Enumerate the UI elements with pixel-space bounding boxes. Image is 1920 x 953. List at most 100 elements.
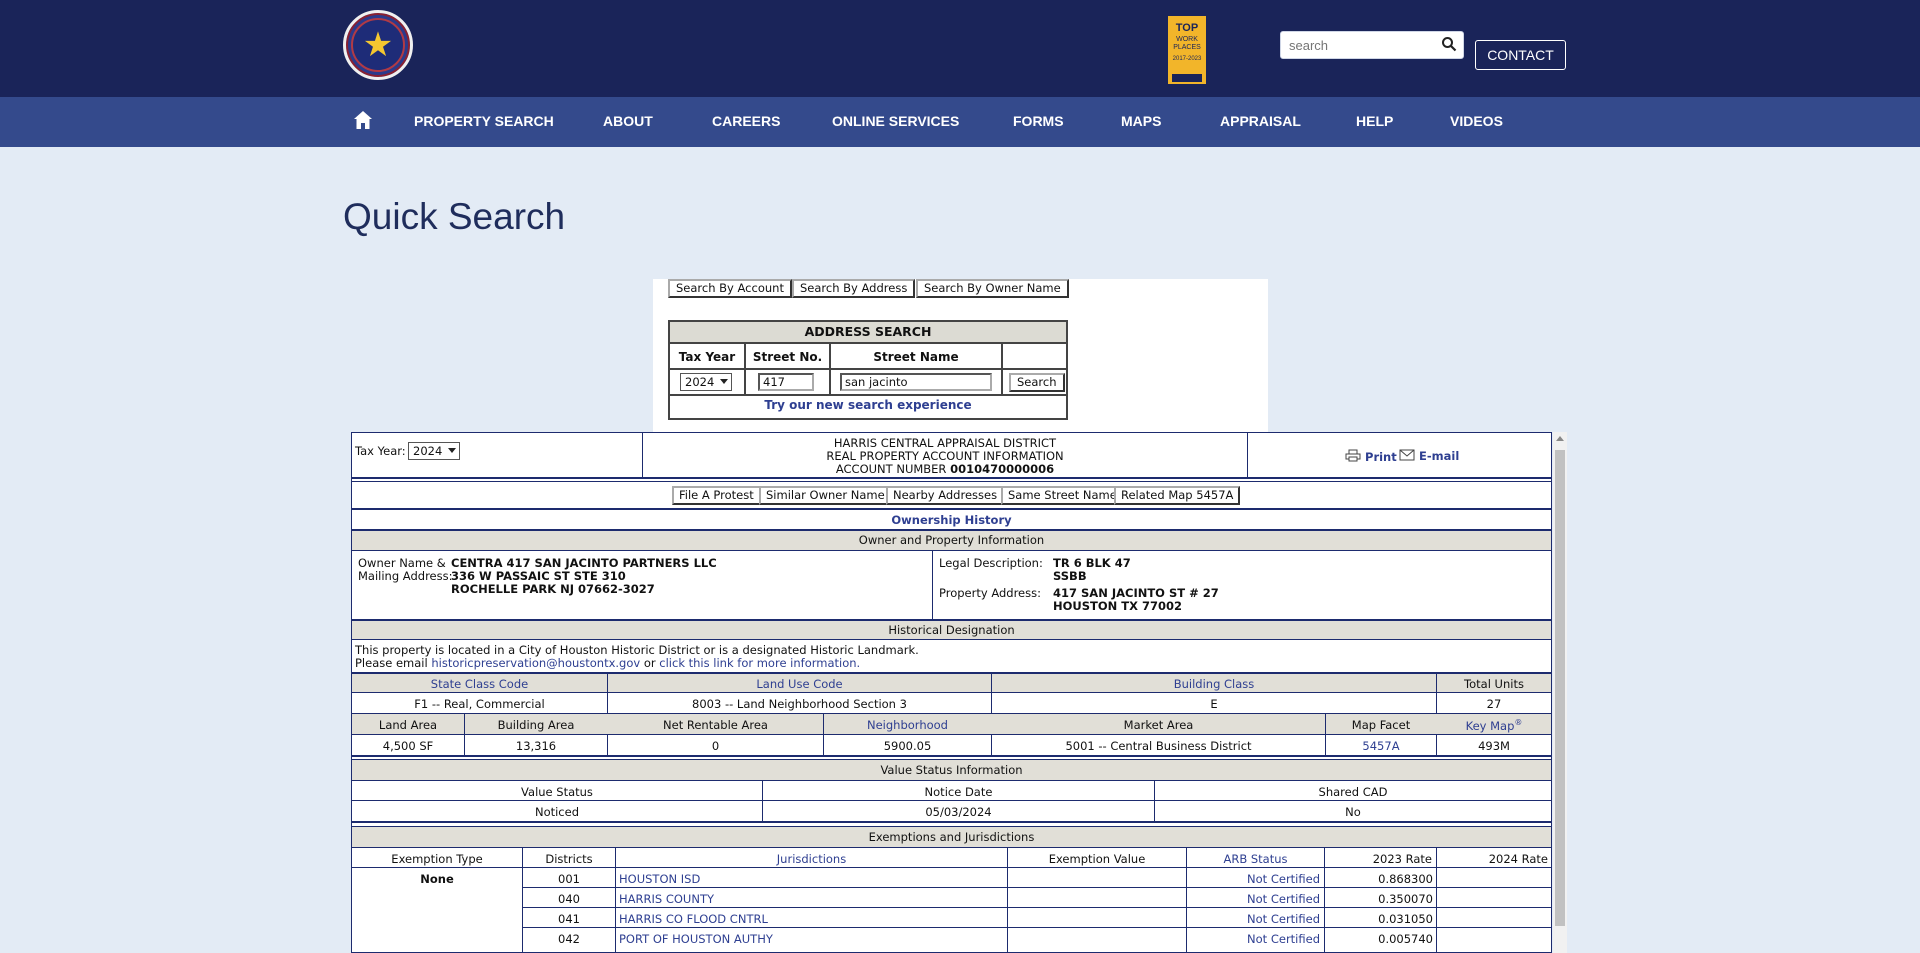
topwork-subtitle: WORK PLACES [1173, 36, 1201, 51]
nav-online-services[interactable]: ONLINE SERVICES [832, 113, 959, 129]
nav-about[interactable]: ABOUT [603, 113, 653, 129]
divider [352, 481, 1551, 482]
jurisdiction-link[interactable]: HOUSTON ISD [619, 872, 700, 886]
property-address-line2: HOUSTON TX 77002 [1053, 599, 1182, 613]
owner-address-line2: ROCHELLE PARK NJ 07662-3027 [451, 582, 655, 596]
state-class-value: F1 -- Real, Commercial [414, 697, 545, 711]
jurisdiction-link[interactable]: HARRIS COUNTY [619, 892, 714, 906]
search-by-account-button[interactable]: Search By Account [668, 279, 792, 298]
account-number-line: ACCOUNT NUMBER 0010470000006 [643, 462, 1247, 476]
district-code: 040 [558, 892, 580, 906]
file-protest-button[interactable]: File A Protest [672, 486, 761, 505]
total-units-value: 27 [1486, 697, 1502, 711]
shared-cad-header: Shared CAD [1318, 785, 1388, 799]
nav-appraisal[interactable]: APPRAISAL [1220, 113, 1301, 129]
legal-description-label: Legal Description: [939, 556, 1043, 570]
scroll-up-arrow[interactable] [1556, 436, 1564, 441]
exemptions-title: Exemptions and Jurisdictions [352, 827, 1551, 847]
email-label: E-mail [1419, 449, 1460, 463]
divider [352, 550, 1551, 551]
tax-year-select[interactable]: 2024 [680, 373, 732, 391]
account-details: Tax Year: 2024 HARRIS CENTRAL APPRAISAL … [351, 432, 1552, 953]
jurisdictions-header[interactable]: Jurisdictions [616, 852, 1007, 866]
scrollbar-thumb[interactable] [1555, 450, 1565, 926]
jurisdiction-link[interactable]: HARRIS CO FLOOD CNTRL [619, 912, 768, 926]
divider [352, 867, 1551, 868]
print-label: Print [1365, 450, 1397, 464]
similar-owner-button[interactable]: Similar Owner Name [759, 486, 892, 505]
account-number: 0010470000006 [950, 462, 1055, 476]
account-tax-year-select[interactable]: 2024 [408, 442, 460, 460]
home-icon[interactable] [352, 109, 374, 131]
divider [352, 821, 1551, 823]
ownership-history-link[interactable]: Ownership History [352, 513, 1551, 527]
districts-header: Districts [545, 852, 593, 866]
value-status-header: Value Status [521, 785, 593, 799]
contact-button[interactable]: CONTACT [1475, 40, 1566, 70]
total-units-header: Total Units [1464, 677, 1524, 691]
tax-year-select-value: 2024 [685, 375, 715, 389]
street-name-input[interactable]: san jacinto [840, 373, 992, 391]
hcad-logo[interactable]: ★ [343, 10, 413, 80]
nav-property-search[interactable]: PROPERTY SEARCH [414, 113, 554, 129]
neighborhood-header[interactable]: Neighborhood [824, 718, 991, 732]
star-icon: ★ [362, 25, 394, 65]
nearby-addresses-button[interactable]: Nearby Addresses [886, 486, 1005, 505]
arb-status-link[interactable]: Not Certified [1187, 932, 1320, 946]
divider [352, 692, 1551, 693]
divider [670, 394, 1066, 396]
state-class-header[interactable]: State Class Code [352, 677, 607, 691]
account-scrollbar[interactable] [1553, 432, 1567, 953]
map-facet-link[interactable]: 5457A [1326, 739, 1436, 753]
arb-status-link[interactable]: Not Certified [1187, 912, 1320, 926]
jurisdiction-link[interactable]: PORT OF HOUSTON AUTHY [619, 932, 773, 946]
nav-maps[interactable]: MAPS [1121, 113, 1161, 129]
neighborhood-value: 5900.05 [883, 739, 932, 753]
arb-status-link[interactable]: Not Certified [1187, 872, 1320, 886]
historical-email-prefix: Please email [355, 656, 428, 670]
owner-label: Owner Name & [358, 556, 446, 570]
site-search-box [1280, 31, 1464, 59]
related-map-button[interactable]: Related Map 5457A [1114, 486, 1241, 505]
topwork-title: TOP [1175, 22, 1199, 34]
exemption-value-header: Exemption Value [1048, 852, 1146, 866]
historical-info-link[interactable]: click this link for more information. [659, 656, 860, 670]
key-map-header[interactable]: Key Map® [1437, 718, 1551, 733]
property-address-label: Property Address: [939, 586, 1041, 600]
search-by-address-button[interactable]: Search By Address [792, 279, 916, 298]
street-no-input[interactable]: 417 [758, 373, 814, 391]
same-street-button[interactable]: Same Street Name [1001, 486, 1124, 505]
district-code: 042 [558, 932, 580, 946]
printer-icon [1345, 449, 1361, 462]
arb-status-header[interactable]: ARB Status [1187, 852, 1324, 866]
street-name-header: Street Name [873, 350, 959, 364]
search-icon[interactable] [1441, 36, 1457, 52]
email-link[interactable]: E-mail [1399, 449, 1459, 463]
historical-title: Historical Designation [352, 621, 1551, 639]
address-search-button[interactable]: Search [1009, 373, 1065, 392]
site-search-input[interactable] [1289, 36, 1439, 54]
new-search-experience-link[interactable]: Try our new search experience [670, 398, 1066, 412]
exemption-type-header: Exemption Type [391, 852, 483, 866]
divider [352, 847, 1551, 848]
search-by-owner-button[interactable]: Search By Owner Name [916, 279, 1069, 298]
address-search-table: ADDRESS SEARCH Tax Year Street No. Stree… [668, 320, 1068, 420]
divider [523, 927, 1551, 928]
chevron-down-icon [720, 379, 728, 384]
map-facet-header: Map Facet [1351, 718, 1411, 732]
nav-careers[interactable]: CAREERS [712, 113, 780, 129]
arb-status-link[interactable]: Not Certified [1187, 892, 1320, 906]
nav-forms[interactable]: FORMS [1013, 113, 1064, 129]
nav-videos[interactable]: VIDEOS [1450, 113, 1503, 129]
rate-2023-value: 0.005740 [1378, 932, 1433, 946]
building-class-header[interactable]: Building Class [992, 677, 1436, 691]
divider [1154, 780, 1155, 821]
key-map-label: Key Map [1465, 718, 1515, 733]
historical-email-link[interactable]: historicpreservation@houstontx.gov [431, 656, 640, 670]
topwork-years: 2017-2023 [1172, 56, 1202, 62]
land-use-header[interactable]: Land Use Code [608, 677, 991, 691]
legal-description-line2: SSBB [1053, 569, 1087, 583]
district-name: HARRIS CENTRAL APPRAISAL DISTRICT [833, 436, 1057, 450]
print-link[interactable]: Print [1345, 449, 1397, 464]
nav-help[interactable]: HELP [1356, 113, 1393, 129]
